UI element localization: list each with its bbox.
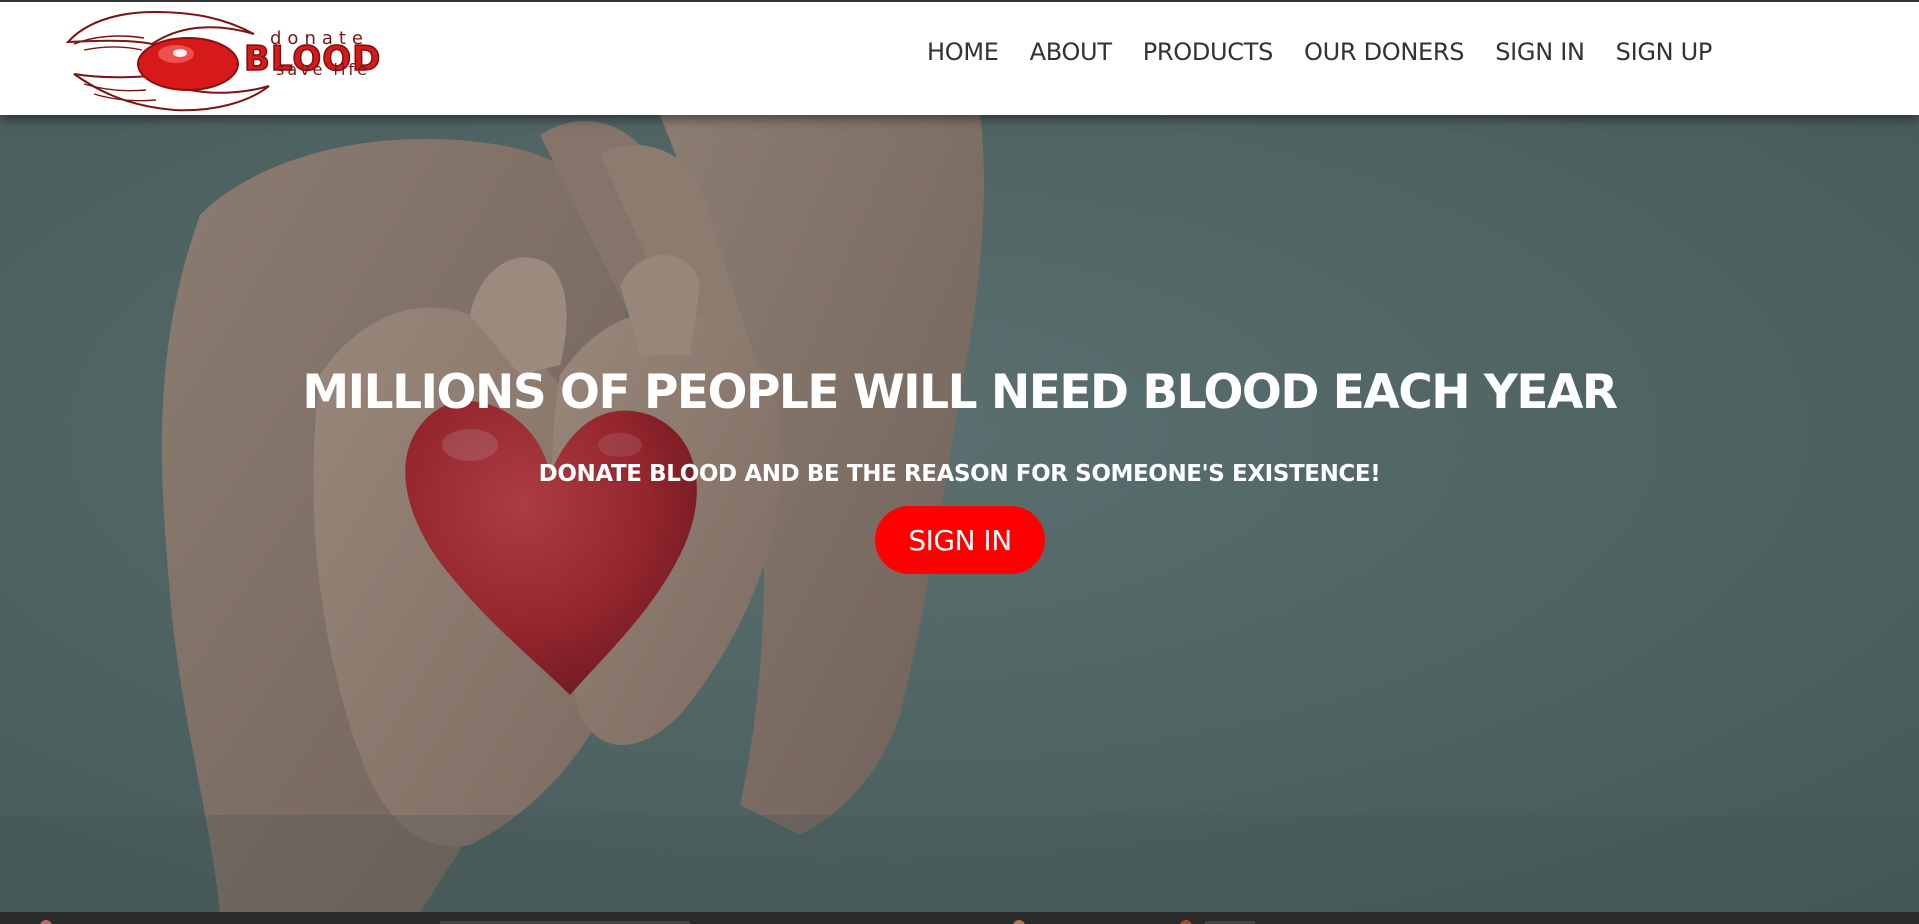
site-header: donate BLOOD save life HOME ABOUT PRODUC… bbox=[0, 2, 1919, 115]
hero-subtitle: DONATE BLOOD AND BE THE REASON FOR SOMEO… bbox=[538, 461, 1381, 487]
logo-text-save-life: save life bbox=[276, 60, 370, 79]
hero-sign-in-button[interactable]: SIGN IN bbox=[875, 506, 1045, 574]
taskbar-app-icon[interactable] bbox=[1180, 920, 1192, 924]
site-logo[interactable]: donate BLOOD save life bbox=[64, 6, 444, 112]
main-nav: HOME ABOUT PRODUCTS OUR DONERS SIGN IN S… bbox=[927, 34, 1743, 70]
nav-about[interactable]: ABOUT bbox=[1030, 34, 1112, 70]
nav-sign-in[interactable]: SIGN IN bbox=[1495, 34, 1585, 70]
nav-home[interactable]: HOME bbox=[927, 34, 999, 70]
taskbar-app-icon[interactable] bbox=[40, 920, 52, 924]
taskbar-app-icon[interactable] bbox=[1013, 920, 1025, 924]
nav-sign-up[interactable]: SIGN UP bbox=[1616, 34, 1713, 70]
hero-section: MILLIONS OF PEOPLE WILL NEED BLOOD EACH … bbox=[0, 115, 1919, 912]
nav-our-doners[interactable]: OUR DONERS bbox=[1304, 34, 1464, 70]
nav-products[interactable]: PRODUCTS bbox=[1143, 34, 1274, 70]
hero-title: MILLIONS OF PEOPLE WILL NEED BLOOD EACH … bbox=[302, 365, 1618, 420]
bottom-taskbar-strip bbox=[0, 912, 1919, 924]
page: donate BLOOD save life HOME ABOUT PRODUC… bbox=[0, 0, 1919, 924]
